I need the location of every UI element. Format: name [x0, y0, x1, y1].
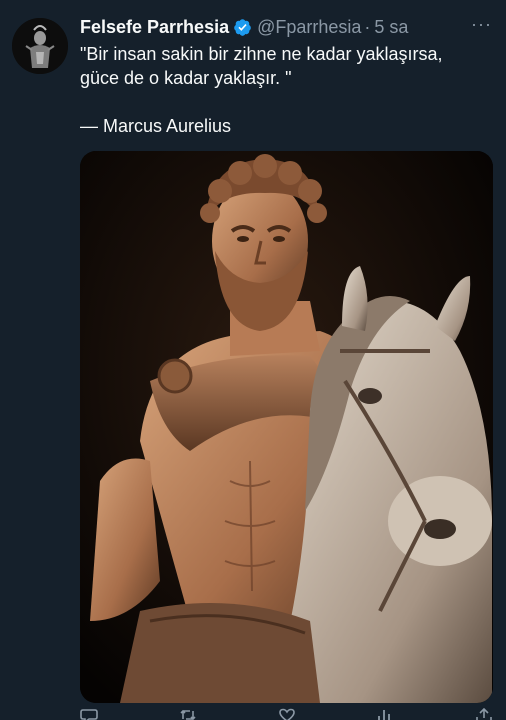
tweet-text-line: güce de o kadar yaklaşır. "	[80, 68, 292, 88]
tweet-text: "Bir insan sakin bir zihne ne kadar yakl…	[80, 42, 490, 138]
tweet-header: Felsefe Parrhesia @Fparrhesia · 5 sa ···	[80, 14, 492, 40]
user-handle[interactable]: @Fparrhesia	[257, 17, 361, 38]
retweet-icon[interactable]	[179, 708, 197, 720]
tweet-text-line: "Bir insan sakin bir zihne ne kadar yakl…	[80, 44, 443, 64]
verified-badge-icon	[234, 18, 251, 36]
separator-dot: ·	[364, 16, 371, 37]
display-name[interactable]: Felsefe Parrhesia	[80, 17, 229, 38]
share-icon[interactable]	[475, 708, 493, 720]
more-icon[interactable]: ···	[471, 14, 492, 35]
timestamp[interactable]: 5 sa	[374, 17, 408, 38]
tweet-author-line: — Marcus Aurelius	[80, 116, 232, 136]
avatar[interactable]	[12, 18, 68, 74]
reply-icon[interactable]	[80, 708, 98, 720]
tweet[interactable]: Felsefe Parrhesia @Fparrhesia · 5 sa ···…	[0, 0, 506, 720]
views-icon[interactable]	[376, 708, 394, 720]
tweet-image[interactable]	[80, 151, 493, 703]
tweet-actions	[80, 708, 493, 720]
like-icon[interactable]	[278, 708, 296, 720]
